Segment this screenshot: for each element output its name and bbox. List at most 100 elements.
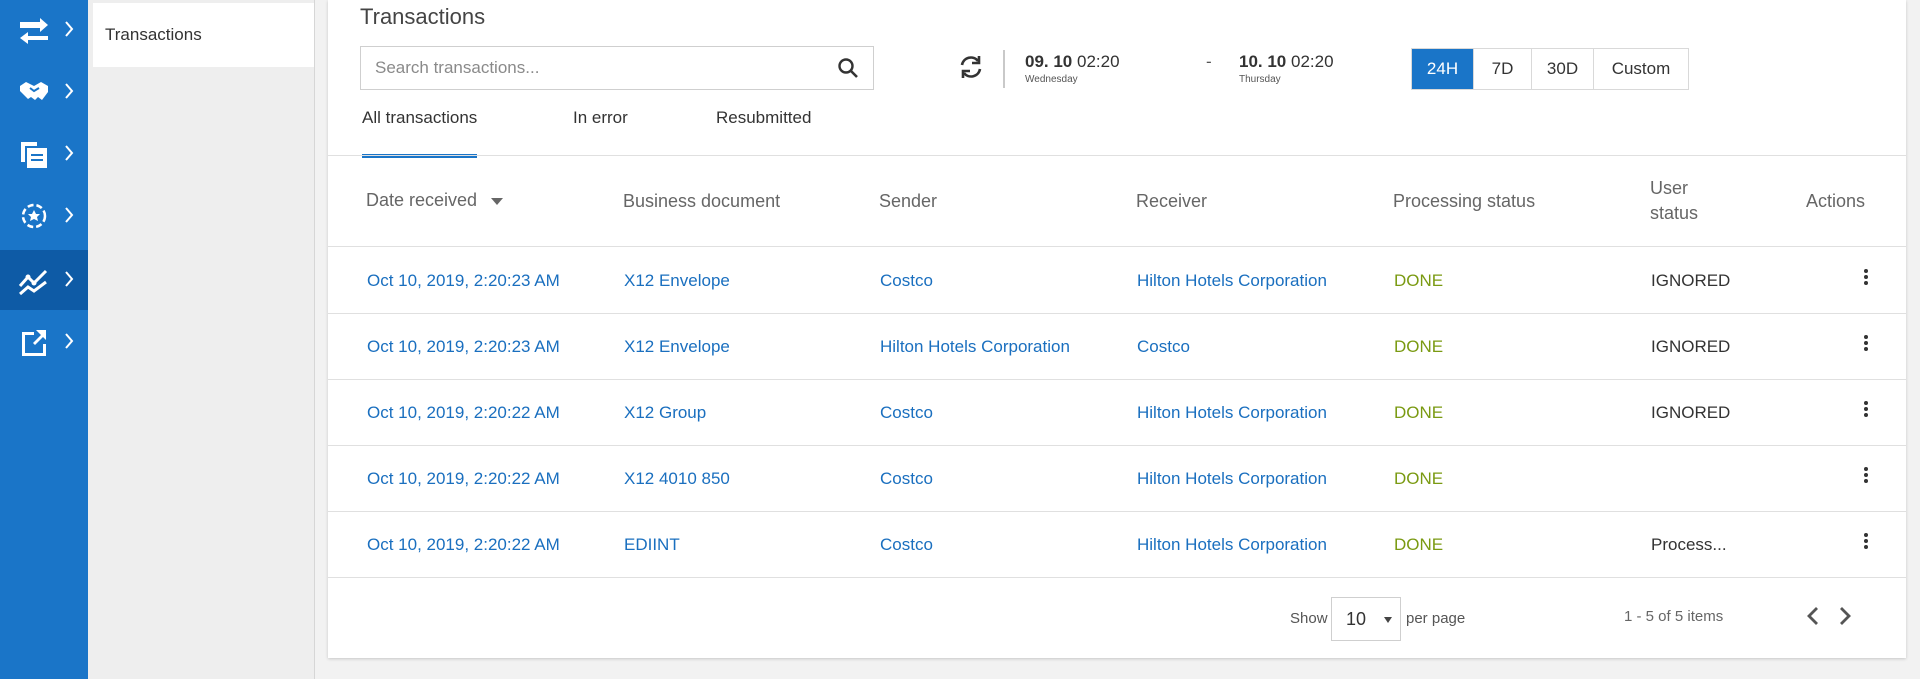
cell-receiver[interactable]: Hilton Hotels Corporation: [1137, 535, 1327, 555]
secondary-nav: Transactions: [88, 0, 315, 679]
cell-document[interactable]: X12 Envelope: [624, 337, 730, 357]
per-page-value: 10: [1346, 608, 1367, 629]
col-actions: Actions: [1806, 191, 1866, 211]
date-from-day: 09. 10: [1025, 52, 1073, 71]
handshake-icon: [20, 82, 48, 100]
kebab-menu-icon[interactable]: [1858, 265, 1874, 293]
cell-sender[interactable]: Costco: [880, 535, 933, 555]
cell-processing-status: DONE: [1394, 271, 1444, 290]
date-from-weekday: Wednesday: [1025, 74, 1078, 85]
range-custom-button[interactable]: Custom: [1594, 49, 1688, 89]
col-date-received[interactable]: Date received: [366, 190, 504, 211]
table-row: Oct 10, 2019, 2:20:22 AM X12 Group Costc…: [328, 379, 1906, 446]
cell-receiver[interactable]: Hilton Hotels Corporation: [1137, 271, 1327, 291]
date-to[interactable]: 10. 10 02:20 Thursday: [1239, 52, 1334, 85]
tab-all-transactions[interactable]: All transactions: [362, 108, 478, 158]
cell-processing-status: DONE: [1394, 337, 1444, 356]
gear-star-icon: [21, 203, 47, 229]
cell-document[interactable]: EDIINT: [624, 535, 680, 555]
cell-user-status: IGNORED: [1651, 271, 1731, 290]
chevron-right-icon: [65, 333, 74, 349]
cell-document[interactable]: X12 4010 850: [624, 469, 730, 489]
items-summary: 1 - 5 of 5 items: [1624, 608, 1724, 625]
date-to-time: 02:20: [1291, 52, 1334, 71]
search-icon[interactable]: [837, 57, 859, 79]
cell-receiver[interactable]: Hilton Hotels Corporation: [1137, 403, 1327, 423]
table-header: Date received Business document Sender R…: [328, 156, 1906, 247]
cell-user-status: IGNORED: [1651, 403, 1731, 422]
date-divider: [1003, 50, 1005, 88]
cell-date[interactable]: Oct 10, 2019, 2:20:23 AM: [367, 337, 560, 357]
cell-user-status: IGNORED: [1651, 337, 1731, 356]
sort-desc-icon[interactable]: [491, 197, 504, 205]
kebab-menu-icon[interactable]: [1858, 331, 1874, 359]
dropdown-caret-icon: [1384, 617, 1392, 623]
time-range-group: 24H 7D 30D Custom: [1411, 48, 1689, 90]
col-processing-status[interactable]: Processing status: [1393, 191, 1535, 212]
main-card: Transactions 09. 10 02:20 Wednesday - 10…: [328, 0, 1906, 658]
kebab-menu-icon[interactable]: [1858, 529, 1874, 557]
cell-user-status: Process...: [1651, 535, 1727, 554]
per-page-label: per page: [1406, 610, 1466, 627]
chevron-right-icon: [65, 145, 74, 161]
range-30d-button[interactable]: 30D: [1532, 49, 1594, 89]
prev-page-icon[interactable]: [1804, 604, 1822, 628]
kebab-menu-icon[interactable]: [1858, 397, 1874, 425]
search-input[interactable]: [361, 47, 837, 89]
cell-date[interactable]: Oct 10, 2019, 2:20:22 AM: [367, 469, 560, 489]
kebab-menu-icon[interactable]: [1858, 463, 1874, 491]
rail-item-documents[interactable]: [0, 124, 88, 184]
subnav-item-transactions[interactable]: Transactions: [93, 3, 314, 67]
cell-receiver[interactable]: Hilton Hotels Corporation: [1137, 469, 1327, 489]
table-row: Oct 10, 2019, 2:20:22 AM X12 4010 850 Co…: [328, 445, 1906, 512]
cell-document[interactable]: X12 Group: [624, 403, 706, 423]
chevron-right-icon: [65, 83, 74, 99]
col-date-received-label: Date received: [366, 190, 478, 210]
show-label: Show: [1290, 610, 1328, 627]
date-separator: -: [1206, 52, 1212, 71]
cell-processing-status: DONE: [1394, 403, 1444, 422]
next-page-icon[interactable]: [1836, 604, 1854, 628]
chevron-right-icon: [65, 271, 74, 287]
subnav-item-label: Transactions: [105, 25, 202, 44]
cell-date[interactable]: Oct 10, 2019, 2:20:22 AM: [367, 403, 560, 423]
table-row: Oct 10, 2019, 2:20:22 AM EDIINT Costco H…: [328, 511, 1906, 578]
analytics-trend-icon: [18, 269, 48, 296]
chevron-right-icon: [65, 21, 74, 37]
rail-item-settings[interactable]: [0, 186, 88, 246]
cell-sender[interactable]: Costco: [880, 469, 933, 489]
pagination: Show 10 per page 1 - 5 of 5 items: [328, 578, 1906, 658]
cell-receiver[interactable]: Costco: [1137, 337, 1190, 357]
range-24h-button[interactable]: 24H: [1412, 49, 1474, 89]
search-box: [360, 46, 874, 90]
cell-processing-status: DONE: [1394, 469, 1444, 488]
rail-item-transfers[interactable]: [0, 0, 98, 60]
col-business-document[interactable]: Business document: [623, 191, 780, 212]
rail-item-analytics[interactable]: [0, 250, 88, 310]
table-row: Oct 10, 2019, 2:20:23 AM X12 Envelope Hi…: [328, 313, 1906, 380]
range-7d-button[interactable]: 7D: [1474, 49, 1532, 89]
rail-item-external[interactable]: [0, 312, 88, 372]
per-page-select[interactable]: 10: [1331, 597, 1401, 641]
date-from[interactable]: 09. 10 02:20 Wednesday: [1025, 52, 1120, 85]
table-row: Oct 10, 2019, 2:20:23 AM X12 Envelope Co…: [328, 247, 1906, 314]
cell-date[interactable]: Oct 10, 2019, 2:20:22 AM: [367, 535, 560, 555]
cell-date[interactable]: Oct 10, 2019, 2:20:23 AM: [367, 271, 560, 291]
tab-in-error[interactable]: In error: [573, 108, 628, 154]
cell-sender[interactable]: Costco: [880, 403, 933, 423]
col-receiver[interactable]: Receiver: [1136, 191, 1207, 212]
col-user-status[interactable]: User status: [1650, 176, 1698, 226]
external-link-icon: [22, 330, 46, 356]
cell-sender[interactable]: Hilton Hotels Corporation: [880, 337, 1070, 357]
date-to-weekday: Thursday: [1239, 74, 1281, 85]
exchange-arrows-icon: [20, 18, 48, 44]
documents-icon: [21, 142, 47, 168]
refresh-icon[interactable]: [958, 54, 984, 80]
cell-document[interactable]: X12 Envelope: [624, 271, 730, 291]
col-sender[interactable]: Sender: [879, 191, 937, 212]
tab-resubmitted[interactable]: Resubmitted: [716, 108, 811, 154]
rail-item-partners[interactable]: [0, 62, 88, 122]
cell-processing-status: DONE: [1394, 535, 1444, 554]
cell-sender[interactable]: Costco: [880, 271, 933, 291]
chevron-right-icon: [65, 207, 74, 223]
